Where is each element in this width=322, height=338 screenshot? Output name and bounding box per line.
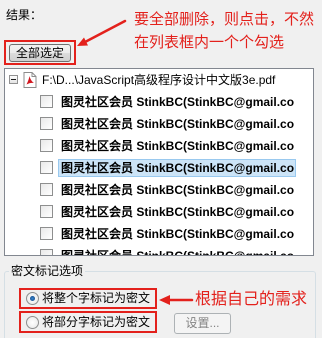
results-label: 结果： bbox=[6, 8, 43, 22]
item-label[interactable]: 图灵社区会员 StinkBC(StinkBC@gmail.co bbox=[58, 159, 296, 177]
item-checkbox[interactable] bbox=[40, 183, 53, 196]
item-checkbox[interactable] bbox=[40, 95, 53, 108]
item-label[interactable]: 图灵社区会员 StinkBC(StinkBC@gmail.co bbox=[58, 115, 296, 133]
item-label[interactable]: 图灵社区会员 StinkBC(StinkBC@gmail.co bbox=[58, 203, 296, 221]
annotation-arrow bbox=[77, 19, 127, 46]
tree-item-row[interactable]: 图灵社区会员 StinkBC(StinkBC@gmail.co bbox=[5, 201, 313, 223]
tree-item-row[interactable]: 图灵社区会员 StinkBC(StinkBC@gmail.co bbox=[5, 245, 313, 255]
annotation-highlight-box bbox=[19, 288, 157, 309]
tree-item-row[interactable]: 图灵社区会员 StinkBC(StinkBC@gmail.co bbox=[5, 179, 313, 201]
item-label[interactable]: 图灵社区会员 StinkBC(StinkBC@gmail.co bbox=[58, 137, 296, 155]
annotation-highlight-box bbox=[4, 40, 76, 65]
item-checkbox[interactable] bbox=[40, 161, 53, 174]
settings-button[interactable]: 设置... bbox=[174, 313, 231, 334]
item-label[interactable]: 图灵社区会员 StinkBC(StinkBC@gmail.co bbox=[58, 225, 296, 243]
group-title: 密文标记选项 bbox=[9, 264, 86, 278]
tree-row-root[interactable]: F:\D...\JavaScript高级程序设计中文版3e.pdf bbox=[5, 69, 313, 91]
item-label[interactable]: 图灵社区会员 StinkBC(StinkBC@gmail.co bbox=[58, 93, 296, 111]
item-checkbox[interactable] bbox=[40, 205, 53, 218]
tree-item-row[interactable]: 图灵社区会员 StinkBC(StinkBC@gmail.co bbox=[5, 135, 313, 157]
item-checkbox[interactable] bbox=[40, 139, 53, 152]
item-checkbox[interactable] bbox=[40, 117, 53, 130]
annotation-text: 要全部删除，则点击，不然 bbox=[134, 11, 315, 28]
tree-item-row[interactable]: 图灵社区会员 StinkBC(StinkBC@gmail.co bbox=[5, 157, 313, 179]
result-tree-list[interactable]: F:\D...\JavaScript高级程序设计中文版3e.pdf 图灵社区会员… bbox=[4, 68, 314, 256]
item-checkbox[interactable] bbox=[40, 249, 53, 255]
item-label[interactable]: 图灵社区会员 StinkBC(StinkBC@gmail.co bbox=[58, 181, 296, 199]
annotation-highlight-box bbox=[19, 311, 157, 333]
tree-item-row[interactable]: 图灵社区会员 StinkBC(StinkBC@gmail.co bbox=[5, 113, 313, 135]
minus-box-icon[interactable] bbox=[9, 75, 18, 84]
tree-item-row[interactable]: 图灵社区会员 StinkBC(StinkBC@gmail.co bbox=[5, 91, 313, 113]
pdf-file-icon bbox=[23, 72, 37, 88]
tree-item-row[interactable]: 图灵社区会员 StinkBC(StinkBC@gmail.co bbox=[5, 223, 313, 245]
item-label[interactable]: 图灵社区会员 StinkBC(StinkBC@gmail.co bbox=[58, 247, 296, 255]
tree-root-label[interactable]: F:\D...\JavaScript高级程序设计中文版3e.pdf bbox=[42, 69, 275, 91]
item-checkbox[interactable] bbox=[40, 227, 53, 240]
annotation-text: 根据自己的需求 bbox=[195, 291, 308, 308]
annotation-text: 在列表框内一个个勾选 bbox=[134, 34, 285, 51]
